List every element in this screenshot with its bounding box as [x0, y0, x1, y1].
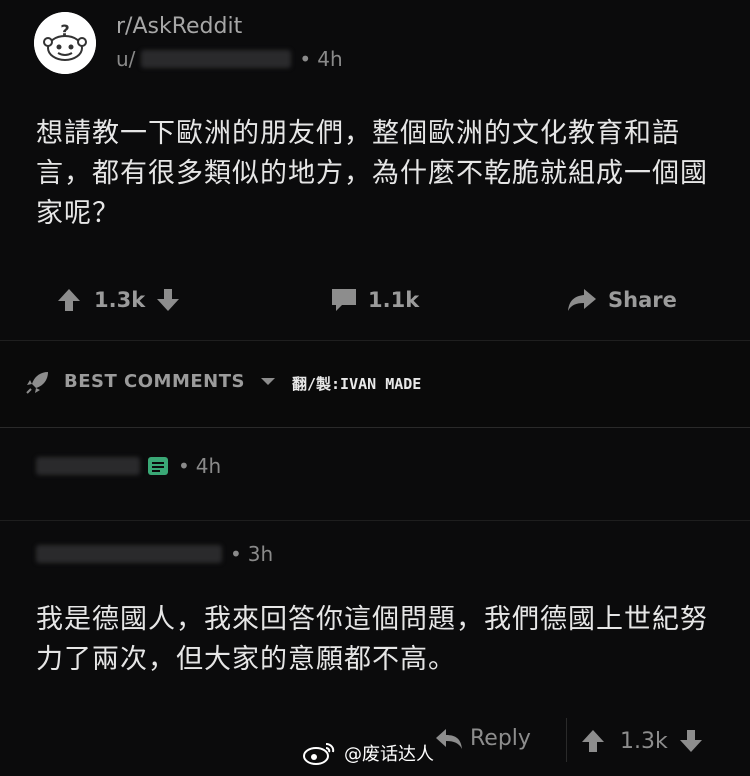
comment2-username-redacted — [36, 545, 222, 563]
comment-vote-group: 1.3k — [580, 728, 704, 754]
chevron-down-icon — [260, 378, 275, 385]
post-body: 想請教一下歐洲的朋友們，整個歐洲的文化教育和語言，都有很多類似的地方，為什麼不乾… — [36, 118, 708, 229]
share-button[interactable]: Share — [566, 276, 677, 324]
comment2-meta: • 3h — [36, 542, 273, 566]
action-divider — [566, 718, 567, 762]
upvote-arrow-icon[interactable] — [580, 728, 606, 754]
reply-arrow-icon — [436, 728, 462, 749]
comment2-time: 3h — [247, 542, 274, 566]
rocket-icon — [26, 372, 48, 394]
post-time: 4h — [317, 47, 343, 71]
separator-dot: • — [230, 542, 242, 566]
downvote-arrow-icon[interactable] — [678, 728, 704, 754]
comment-bubble-icon — [332, 289, 356, 311]
comment1-time: 4h — [195, 454, 222, 478]
separator-dot: • — [178, 454, 190, 478]
post-upvote-count: 1.3k — [94, 288, 146, 312]
downvote-arrow-icon[interactable] — [155, 287, 181, 313]
svg-text:?: ? — [60, 21, 69, 40]
reply-button[interactable]: Reply — [434, 726, 531, 751]
post-actions: 1.3k 1.1k Share — [0, 276, 750, 324]
share-arrow-icon — [568, 289, 596, 311]
comments-button[interactable]: 1.1k — [330, 276, 419, 324]
comment-collapsed[interactable] — [0, 440, 750, 521]
watermark: @废话达人 — [302, 740, 434, 766]
weibo-logo-icon — [303, 743, 335, 765]
separator-dot: • — [299, 47, 312, 71]
upvote-arrow-icon[interactable] — [56, 287, 82, 313]
post-meta: u/ • 4h — [116, 47, 343, 71]
award-badge-icon — [148, 457, 168, 475]
comment-body: 我是德國人，我來回答你這個問題，我們德國上世紀努力了兩次，但大家的意願都不高。 — [36, 604, 708, 675]
vote-group: 1.3k — [56, 276, 181, 324]
comment-upvote-count: 1.3k — [620, 728, 668, 754]
comment1-meta: • 4h — [36, 454, 221, 478]
username-redacted — [141, 50, 292, 68]
share-label: Share — [608, 288, 677, 312]
translator-credit: 翻/製:IVAN MADE — [292, 375, 422, 393]
sort-label: BEST COMMENTS — [64, 371, 245, 392]
watermark-text: @废话达人 — [344, 744, 434, 765]
comment-count: 1.1k — [368, 288, 420, 312]
user-prefix[interactable]: u/ — [116, 47, 135, 71]
subreddit-avatar[interactable]: ? — [34, 12, 96, 74]
post-header: ? r/AskReddit u/ • 4h — [0, 0, 750, 96]
sort-dropdown[interactable]: BEST COMMENTS — [64, 371, 276, 392]
snoo-question-icon: ? — [34, 12, 96, 74]
reply-label: Reply — [470, 726, 531, 751]
subreddit-name[interactable]: r/AskReddit — [116, 14, 242, 39]
comment1-username-redacted — [36, 457, 140, 475]
